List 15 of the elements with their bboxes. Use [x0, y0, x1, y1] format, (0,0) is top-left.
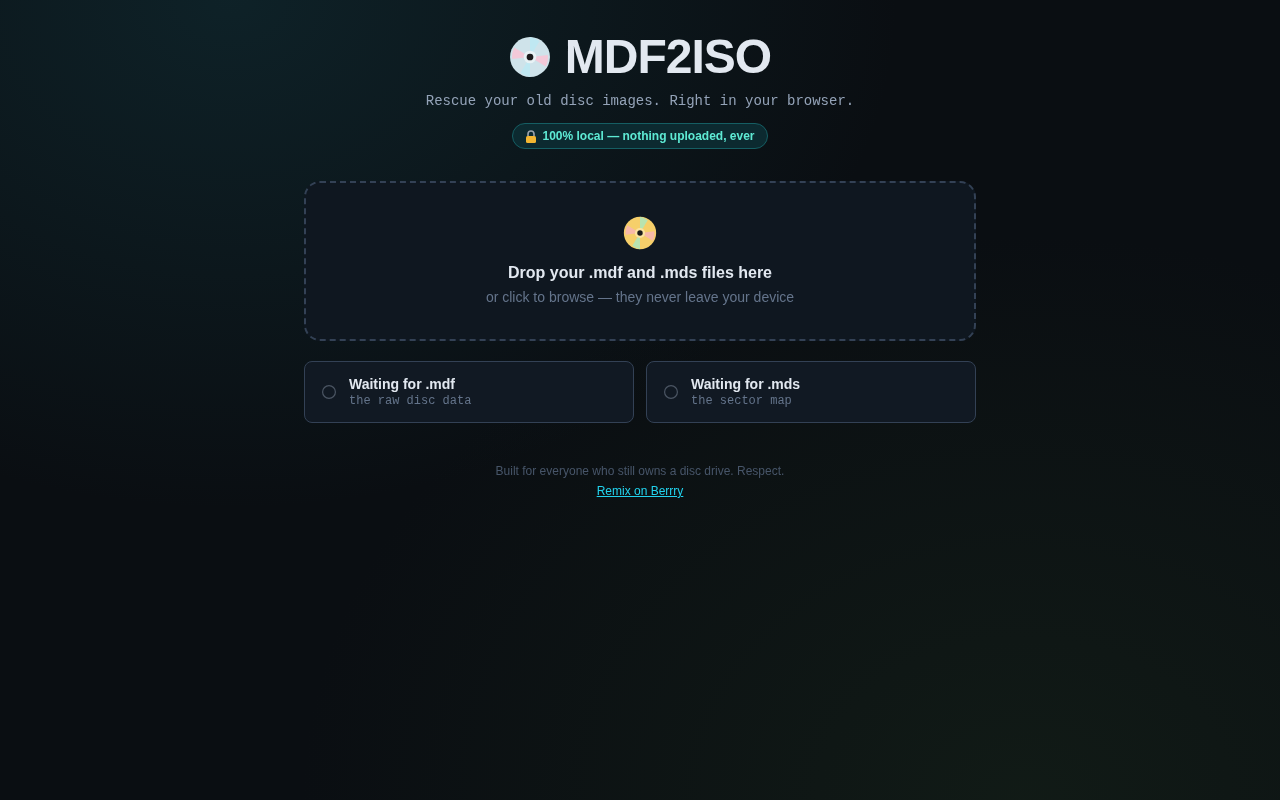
file-status-title: Waiting for .mds — [691, 374, 801, 393]
file-status-title: Waiting for .mdf — [349, 374, 457, 393]
footer-note: Built for everyone who still owns a disc drive. Respect. — [495, 463, 785, 479]
file-status-description: the raw disc data — [349, 392, 472, 410]
app-title: MDF2ISO — [564, 33, 772, 81]
badge-text: 100% local — nothing uploaded, ever — [542, 128, 755, 145]
lock-icon — [525, 129, 538, 143]
drop-zone[interactable]: Drop your .mdf and .mds files here or click to browse — they never leave your device — [304, 181, 976, 341]
disc-icon — [508, 36, 551, 78]
file-status-description: the sector map — [691, 392, 793, 410]
remix-link[interactable]: Remix on Berrry — [596, 483, 684, 499]
disc-icon — [623, 215, 657, 250]
tagline: Rescue your old disc images. Right in your browser. — [425, 92, 855, 110]
drop-zone-heading: Drop your .mdf and .mds files here — [507, 262, 772, 283]
drop-zone-hint: or click to browse — they never leave your device — [485, 287, 795, 307]
